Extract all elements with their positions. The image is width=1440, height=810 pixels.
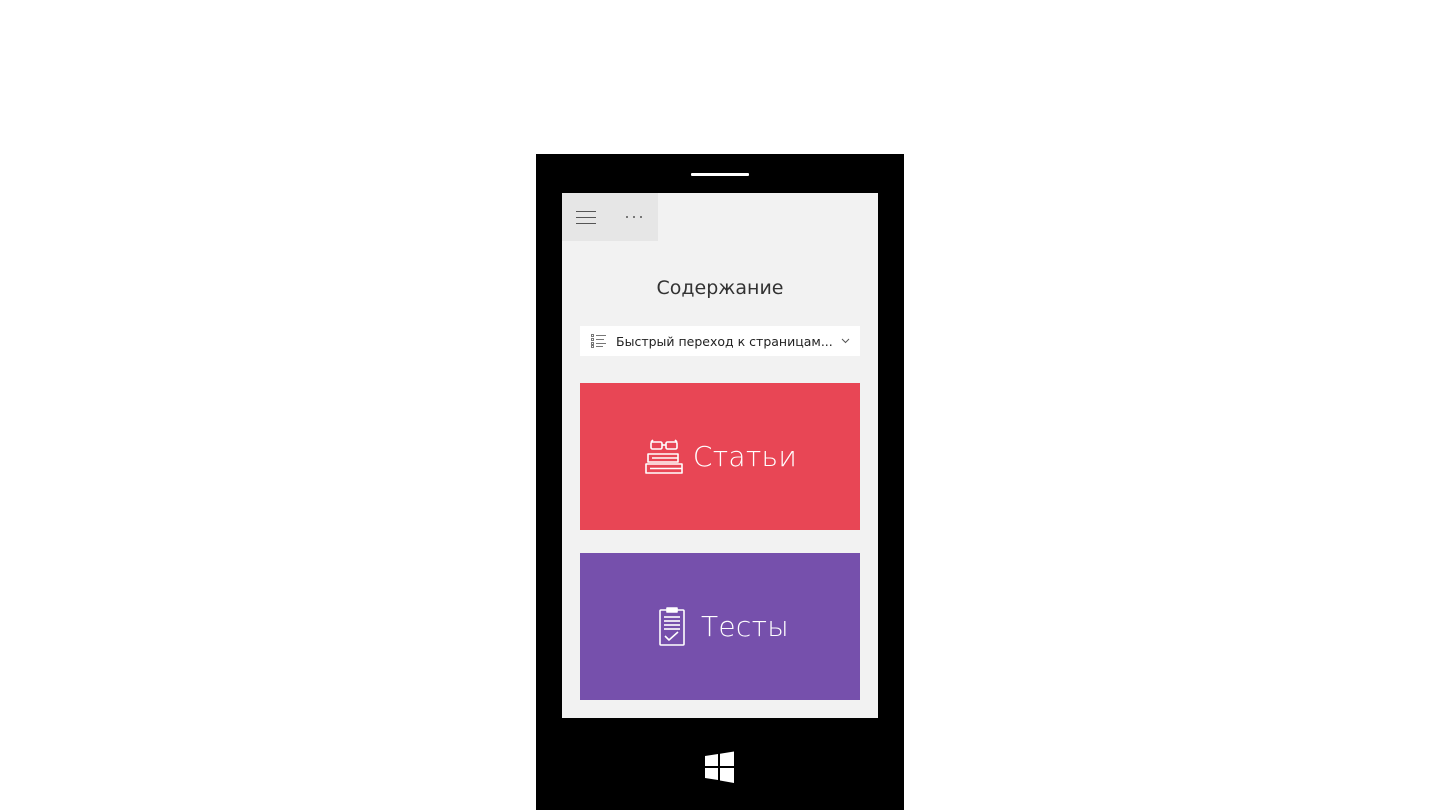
quick-nav-dropdown[interactable]: Быстрый переход к страницам... <box>580 326 860 356</box>
tests-tile[interactable]: Тесты <box>580 553 860 700</box>
page-title: Содержание <box>656 277 784 299</box>
phone-speaker <box>691 173 749 176</box>
menu-button[interactable] <box>562 193 610 241</box>
more-button[interactable] <box>610 193 658 241</box>
list-icon <box>591 334 606 348</box>
app-screen: Содержание Быстрый переход к страницам..… <box>562 193 878 718</box>
chevron-down-icon <box>841 338 850 344</box>
phone-frame: Содержание Быстрый переход к страницам..… <box>536 154 904 810</box>
hamburger-icon <box>576 210 596 224</box>
articles-label: Статьи <box>692 440 798 473</box>
quick-nav-placeholder: Быстрый переход к страницам... <box>616 333 833 349</box>
top-app-bar <box>562 193 658 241</box>
reading-books-icon <box>645 438 683 474</box>
articles-tile[interactable]: Статьи <box>580 383 860 530</box>
more-dots-icon <box>626 216 642 218</box>
tests-label: Тесты <box>700 610 789 643</box>
clipboard-check-icon <box>659 606 685 646</box>
windows-logo-icon[interactable] <box>705 751 735 784</box>
